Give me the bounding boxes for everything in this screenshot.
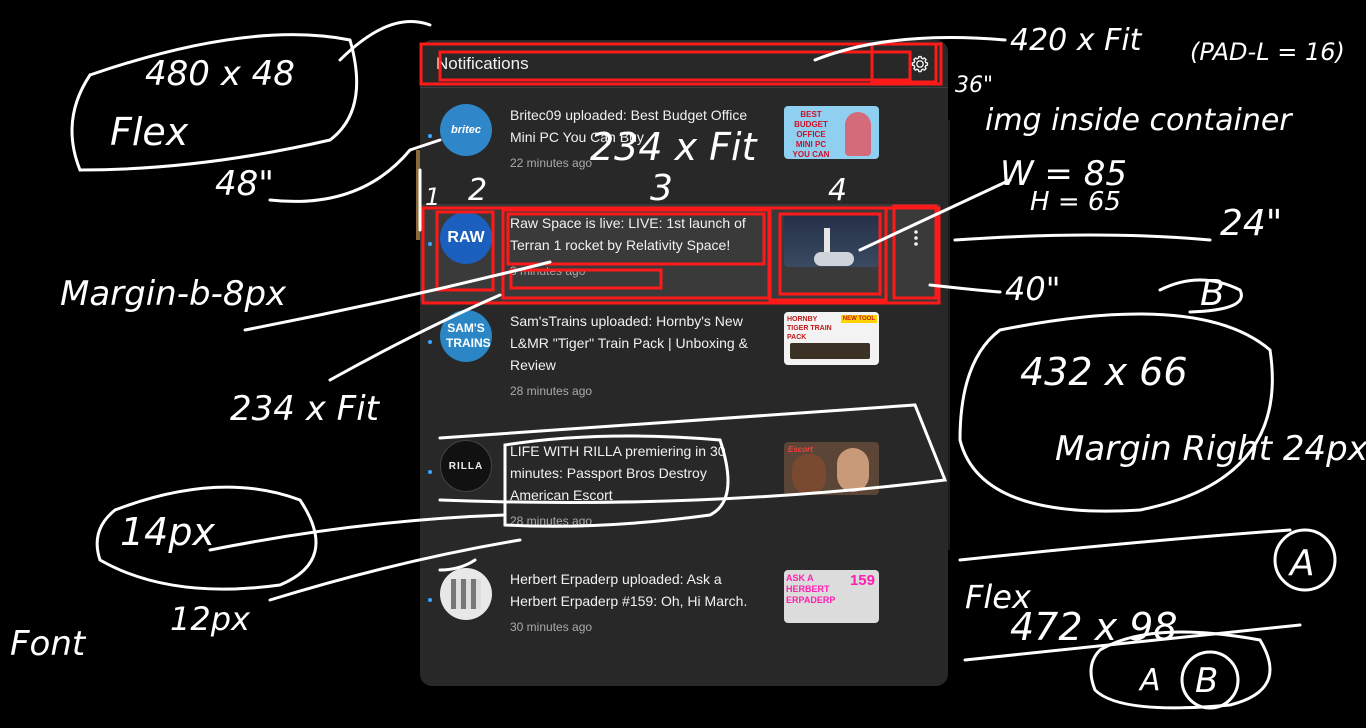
video-thumbnail[interactable]: ASK A HERBERT ERPADERP 159: [784, 570, 879, 623]
notification-list: britec Britec09 uploaded: Best Budget Of…: [420, 88, 948, 660]
notifications-title: Notifications: [436, 53, 529, 73]
arrow-48: [268, 138, 442, 203]
settings-button[interactable]: [902, 46, 938, 82]
channel-avatar[interactable]: RILLA: [440, 440, 492, 492]
thumbnail-face-left: [792, 454, 826, 494]
loop-ab: [1089, 630, 1272, 710]
circle-a: [1273, 528, 1337, 592]
notification-item[interactable]: Herbert Erpaderp uploaded: Ask a Herbert…: [420, 560, 940, 660]
video-thumbnail[interactable]: [784, 214, 879, 267]
thumbnail-text: BEST BUDGET OFFICE MINI PC YOU CAN BUY: [792, 110, 830, 159]
thumbnail-face-right: [837, 448, 869, 492]
notification-text: Raw Space is live: LIVE: 1st launch of T…: [510, 212, 768, 278]
notification-text: LIFE WITH RILLA premiering in 30 minutes…: [510, 440, 768, 528]
ann-420-fit: 420 x Fit: [1010, 23, 1143, 58]
ann-w85: W = 85: [1000, 154, 1127, 194]
ann-14px: 14px: [120, 510, 215, 554]
avatar-text: britec: [451, 124, 481, 136]
channel-avatar[interactable]: SAM'S TRAINS: [440, 310, 492, 362]
notification-title: Raw Space is live: LIVE: 1st launch of T…: [510, 215, 746, 253]
thumbnail-badge: NEW TOOL: [840, 315, 877, 323]
thumbnail-text: Escort: [788, 445, 813, 454]
ann-flex: Flex: [110, 110, 189, 154]
notification-time: 30 minutes ago: [510, 620, 593, 634]
notification-item[interactable]: SAM'S TRAINS Sam'sTrains uploaded: Hornb…: [420, 302, 940, 432]
loop-14px: [95, 485, 318, 591]
gear-icon: [911, 55, 929, 72]
notification-title: Britec09 uploaded: Best Budget Office Mi…: [510, 107, 748, 145]
unread-dot: [428, 340, 432, 344]
avatar-text: SAM'S TRAINS: [446, 321, 491, 350]
notification-time: 28 minutes ago: [510, 384, 593, 398]
line-flex: [958, 528, 1292, 562]
video-thumbnail[interactable]: Escort: [784, 442, 879, 495]
notification-time: 22 minutes ago: [510, 156, 593, 170]
ann-12px: 12px: [170, 600, 251, 638]
ann-h65: H = 65: [1030, 187, 1121, 217]
video-thumbnail[interactable]: BEST BUDGET OFFICE MINI PC YOU CAN BUY: [784, 106, 879, 159]
notification-item[interactable]: RILLA LIFE WITH RILLA premiering in 30 m…: [420, 432, 940, 560]
ann-36: 36": [955, 73, 993, 98]
notification-time: 28 minutes ago: [510, 514, 593, 528]
notification-title: Sam'sTrains uploaded: Hornby's New L&MR …: [510, 313, 748, 373]
ann-480x48: 480 x 48: [145, 54, 295, 94]
line-472: [963, 623, 1302, 662]
thumbnail-text: HORNBY TIGER TRAIN PACK: [787, 316, 832, 341]
more-vert-icon: [914, 230, 918, 246]
channel-avatar[interactable]: britec: [440, 104, 492, 156]
loop-480x48: [70, 33, 359, 172]
channel-avatar[interactable]: RAW: [440, 212, 492, 264]
circle-b-bottom: [1180, 650, 1240, 710]
ann-a-circle: A: [1288, 543, 1315, 584]
ann-margin-right: Margin Right 24px: [1055, 429, 1366, 469]
ann-flex-bottom: Flex: [965, 578, 1032, 616]
ann-pad: (PAD-L = 16): [1190, 38, 1345, 66]
ann-font: Font: [10, 624, 87, 664]
notification-text: Sam'sTrains uploaded: Hornby's New L&MR …: [510, 310, 768, 398]
ann-40: 40": [1005, 270, 1060, 308]
notification-title: LIFE WITH RILLA premiering in 30 minutes…: [510, 443, 726, 503]
thumbnail-text: ASK A HERBERT ERPADERP: [786, 573, 836, 605]
avatar-text: RAW: [447, 229, 485, 246]
unread-dot: [428, 134, 432, 138]
notification-item[interactable]: RAW Raw Space is live: LIVE: 1st launch …: [420, 204, 940, 302]
notifications-panel: Notifications britec Britec09 uploaded: …: [420, 40, 948, 686]
ann-234-fit-bottom: 234 x Fit: [230, 389, 381, 429]
notifications-header: Notifications: [420, 40, 948, 88]
ann-24: 24": [1220, 203, 1282, 244]
notification-time: 3 minutes ago: [510, 264, 586, 278]
ann-margin-b: Margin-b-8px: [60, 274, 287, 314]
more-options-button[interactable]: [898, 218, 934, 258]
circle-b-top: [1158, 278, 1243, 314]
video-thumbnail[interactable]: HORNBY TIGER TRAIN PACK NEW TOOL: [784, 312, 879, 365]
rocket-smoke: [814, 252, 854, 266]
ann-432x66: 432 x 66: [1020, 350, 1188, 394]
ann-b-bottom: B: [1195, 661, 1218, 701]
unread-dot: [428, 470, 432, 474]
thumbnail-train: [790, 343, 870, 359]
ann-a-bottom: A: [1138, 663, 1161, 698]
arrow-480: [338, 20, 432, 62]
line-24: [953, 233, 1212, 242]
avatar-pixel-art: [451, 579, 481, 609]
loop-432x66: [958, 312, 1274, 513]
unread-dot: [428, 598, 432, 602]
unread-dot: [428, 242, 432, 246]
notification-text: Herbert Erpaderp uploaded: Ask a Herbert…: [510, 568, 768, 634]
ann-img-container: img inside container: [985, 103, 1293, 138]
thumbnail-number: 159: [849, 572, 875, 589]
avatar-text: RILLA: [448, 460, 484, 472]
notification-title: Herbert Erpaderp uploaded: Ask a Herbert…: [510, 571, 748, 609]
ann-48: 48": [215, 164, 274, 204]
ann-472x98: 472 x 98: [1010, 605, 1178, 649]
notification-text: Britec09 uploaded: Best Budget Office Mi…: [510, 104, 768, 170]
notification-item[interactable]: britec Britec09 uploaded: Best Budget Of…: [420, 96, 940, 204]
ann-b-top: B: [1200, 273, 1225, 314]
thumbnail-person: [845, 112, 871, 156]
channel-avatar[interactable]: [440, 568, 492, 620]
